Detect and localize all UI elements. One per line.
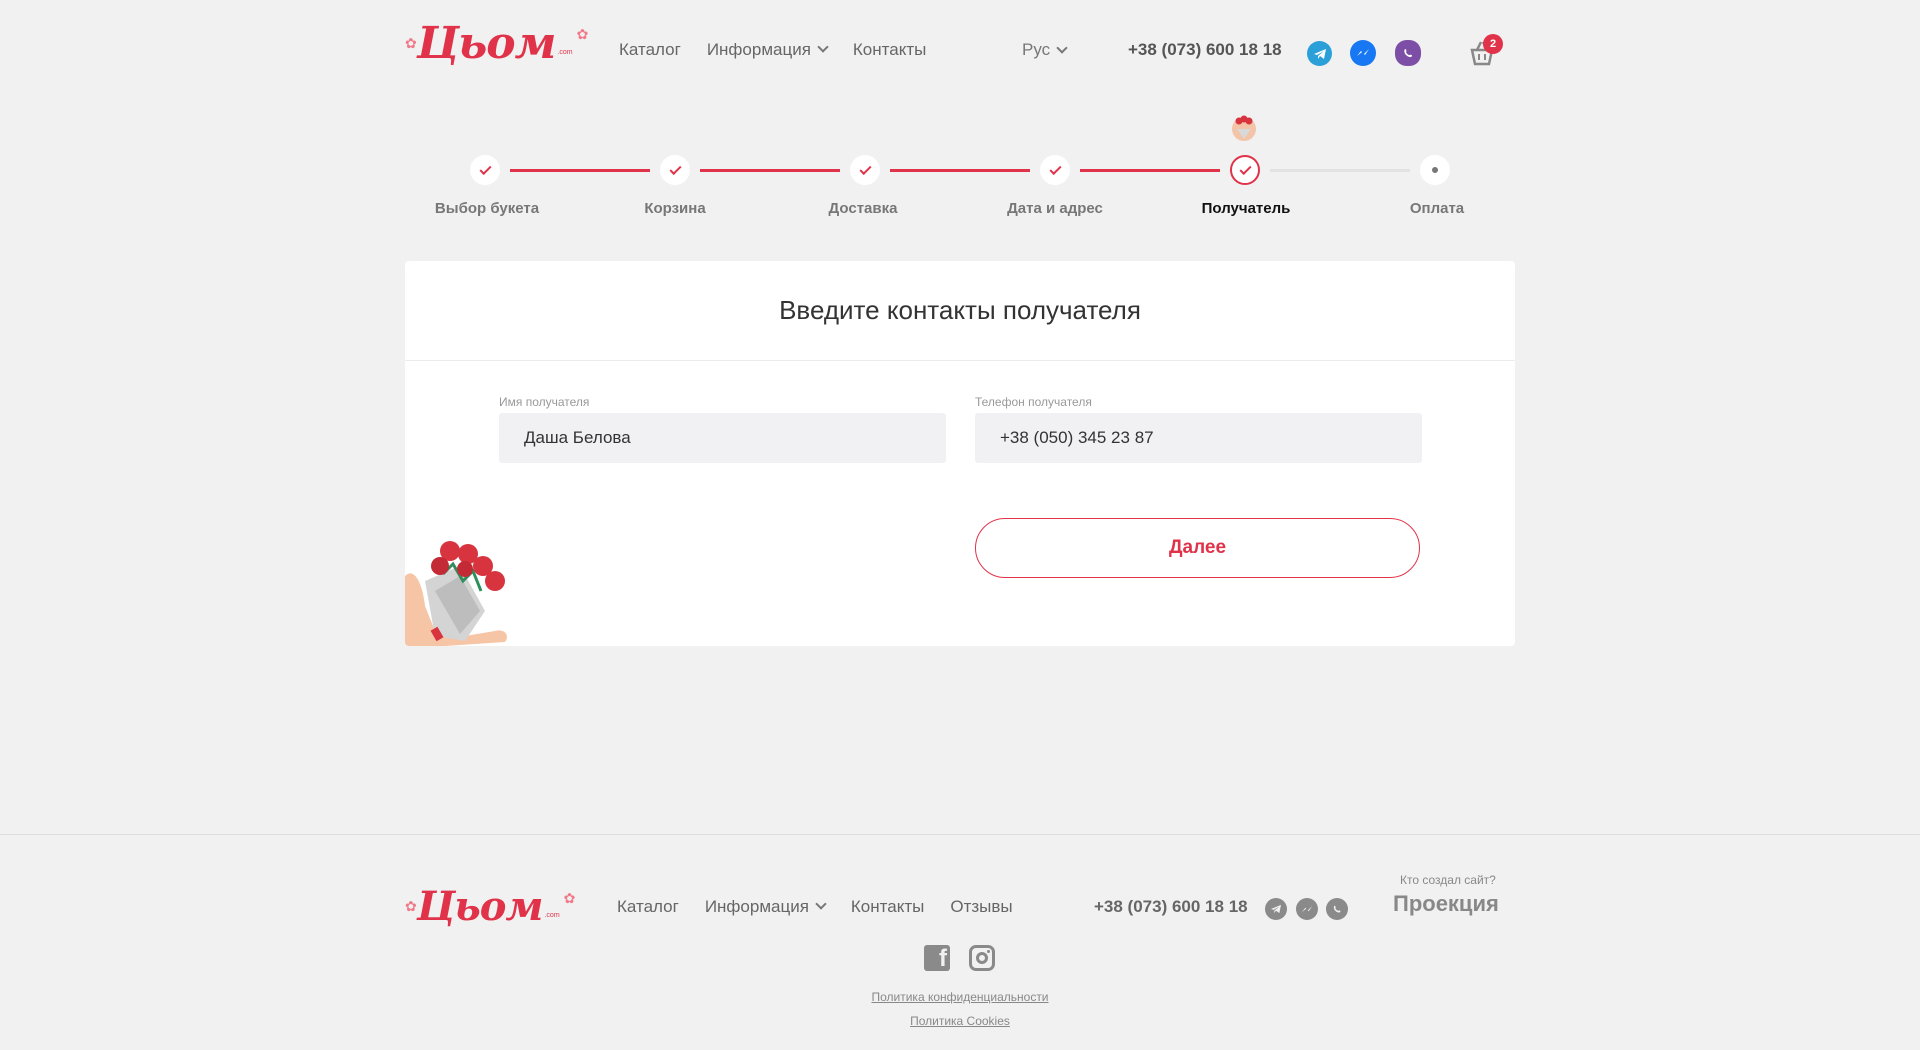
recipient-name-value: Даша Белова <box>524 428 631 447</box>
step-connector <box>510 169 650 172</box>
footer-logo[interactable]: ✿ Цьом .com ✿ <box>405 883 575 930</box>
privacy-policy-link[interactable]: Политика конфиденциальности <box>0 990 1920 1004</box>
recipient-form-card: Введите контакты получателя Имя получате… <box>405 261 1515 646</box>
phone-label: Телефон получателя <box>975 395 1092 409</box>
viber-icon[interactable] <box>1326 898 1348 920</box>
recipient-phone-value: +38 (050) 345 23 87 <box>1000 428 1154 447</box>
language-select[interactable]: Рус <box>1022 40 1068 60</box>
language-label: Рус <box>1022 40 1051 59</box>
next-button[interactable]: Далее <box>975 518 1420 578</box>
check-icon <box>1048 162 1062 175</box>
messenger-icon[interactable] <box>1296 898 1318 920</box>
bouquet-icon <box>1232 115 1256 141</box>
flower-icon: ✿ <box>576 26 589 42</box>
footer-nav-catalog[interactable]: Каталог <box>617 897 679 917</box>
nav-contacts[interactable]: Контакты <box>853 40 926 60</box>
footer-nav: Каталог Информация Контакты Отзывы <box>617 897 1013 917</box>
step-label: Выбор букета <box>434 200 540 217</box>
footer-phone[interactable]: +38 (073) 600 18 18 <box>1094 897 1248 917</box>
chevron-down-icon <box>817 41 829 53</box>
check-icon <box>478 162 492 175</box>
bouquet-illustration <box>405 541 507 646</box>
footer-nav-info-label: Информация <box>704 897 809 916</box>
cookies-policy-link[interactable]: Политика Cookies <box>0 1014 1920 1028</box>
nav-info[interactable]: Информация <box>706 40 829 60</box>
header: ✿ Цьом .com ✿ Каталог Информация Контакт… <box>0 0 1920 105</box>
step-label-active: Получатель <box>1201 200 1291 217</box>
footer-nav-contacts[interactable]: Контакты <box>851 897 924 917</box>
recipient-name-input[interactable]: Даша Белова <box>499 413 946 463</box>
recipient-phone-input[interactable]: +38 (050) 345 23 87 <box>975 413 1422 463</box>
credit-question: Кто создал сайт? <box>1400 873 1496 887</box>
step-connector <box>1080 169 1220 172</box>
footer-logo-text: Цьом <box>416 883 544 930</box>
step-label: Оплата <box>1409 200 1465 217</box>
step-2-done[interactable] <box>660 155 690 185</box>
footer-logo-suffix: .com <box>544 912 560 919</box>
step-1-done[interactable] <box>470 155 500 185</box>
nav-info-label: Информация <box>706 40 811 59</box>
telegram-icon[interactable] <box>1307 41 1332 66</box>
main-nav: Каталог Информация Контакты <box>619 40 926 60</box>
nav-catalog[interactable]: Каталог <box>619 40 681 60</box>
footer: ✿ Цьом .com ✿ Каталог Информация Контакт… <box>0 834 1920 1050</box>
facebook-icon[interactable]: f <box>924 945 950 971</box>
step-connector <box>700 169 840 172</box>
cart-count-badge: 2 <box>1483 34 1503 54</box>
check-icon <box>1238 162 1252 175</box>
instagram-icon[interactable] <box>969 945 995 971</box>
footer-nav-info[interactable]: Информация <box>704 897 827 917</box>
chevron-down-icon <box>815 898 827 910</box>
check-icon <box>668 162 682 175</box>
flower-icon: ✿ <box>563 890 576 906</box>
step-6-pending <box>1420 155 1450 185</box>
step-5-active[interactable] <box>1230 155 1260 185</box>
logo[interactable]: ✿ Цьом .com ✿ <box>405 18 588 69</box>
step-connector <box>1270 169 1410 172</box>
step-4-done[interactable] <box>1040 155 1070 185</box>
telegram-icon[interactable] <box>1265 898 1287 920</box>
step-label: Корзина <box>644 200 706 217</box>
logo-text: Цьом <box>416 18 557 69</box>
step-connector <box>890 169 1030 172</box>
dot-icon <box>1432 167 1438 173</box>
credit-link[interactable]: Проекция <box>1393 891 1499 917</box>
viber-icon[interactable] <box>1395 40 1421 66</box>
checkout-stepper: Выбор букета Корзина Доставка Дата и адр… <box>0 110 1920 230</box>
flower-icon: ✿ <box>405 898 417 914</box>
footer-nav-reviews[interactable]: Отзывы <box>950 897 1012 917</box>
step-3-done[interactable] <box>850 155 880 185</box>
step-label: Доставка <box>828 200 898 217</box>
chevron-down-icon <box>1056 42 1068 54</box>
name-label: Имя получателя <box>499 395 590 409</box>
flower-icon: ✿ <box>405 35 417 51</box>
messenger-icon[interactable] <box>1350 40 1376 66</box>
form-title: Введите контакты получателя <box>405 261 1515 361</box>
step-label: Дата и адрес <box>1007 200 1103 217</box>
logo-suffix: .com <box>557 49 573 56</box>
header-phone[interactable]: +38 (073) 600 18 18 <box>1128 40 1282 60</box>
check-icon <box>858 162 872 175</box>
